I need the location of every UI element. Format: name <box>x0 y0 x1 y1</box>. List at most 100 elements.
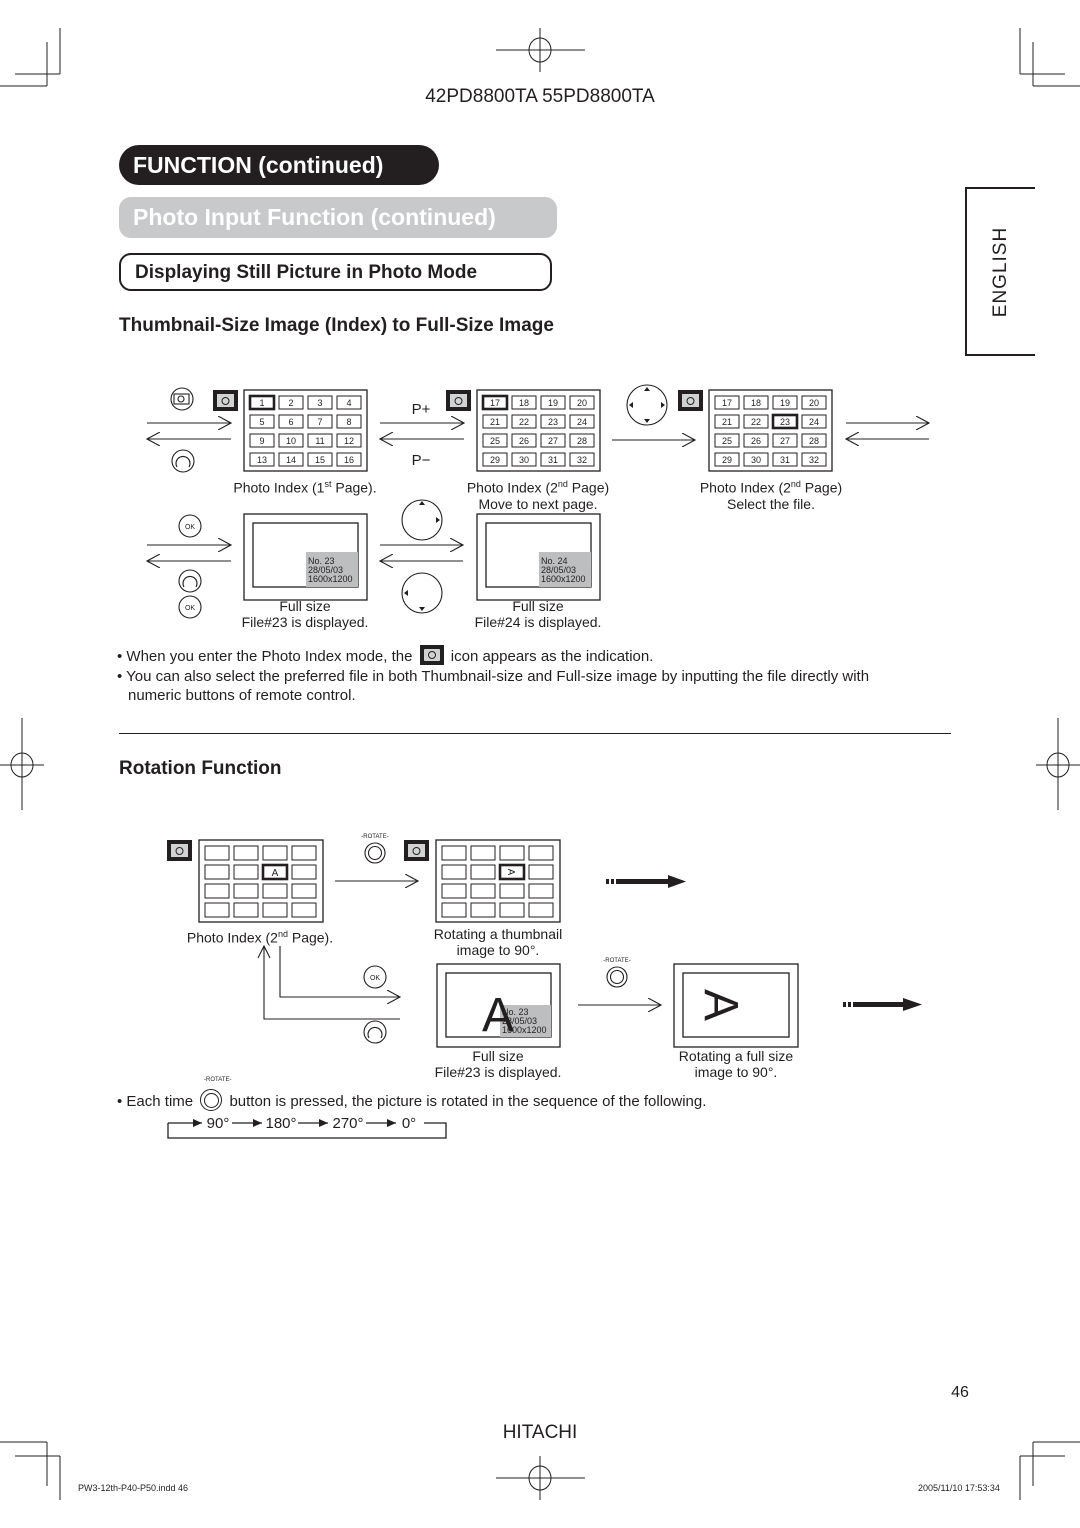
rotation-heading: Rotation Function <box>119 758 282 779</box>
rotate-label: -ROTATE- <box>361 834 388 840</box>
info-line: 1600x1200 <box>541 574 586 584</box>
note-bullet-2-cont: numeric buttons of remote control. <box>128 687 356 704</box>
camera-indicator-icon <box>213 390 238 411</box>
caption-full-1: Full size File#23 is displayed. <box>241 598 369 630</box>
ok-label: OK <box>370 975 380 982</box>
thumbnail-number: 32 <box>809 455 819 465</box>
ok-label: OK <box>185 605 195 612</box>
thumbnail-number: 28 <box>809 436 819 446</box>
function-title: FUNCTION (continued) <box>119 145 439 185</box>
camera-indicator-icon <box>404 840 429 861</box>
thumbnail-cell <box>204 864 230 880</box>
thumbnail-cell <box>233 864 259 880</box>
thumbnail-number: 30 <box>519 455 529 465</box>
thumbnail-number: 19 <box>548 398 558 408</box>
thumbnail-number: 24 <box>809 417 819 427</box>
thumbnail-cell <box>470 902 496 918</box>
thumbnail-cell <box>291 883 317 899</box>
thumbnail-cell <box>470 864 496 880</box>
timestamp: 2005/11/10 17:53:34 <box>918 1483 1000 1493</box>
thumbnail-number: 31 <box>548 455 558 465</box>
rotated-full-letter: A <box>694 989 747 1021</box>
thumbnail-cell <box>528 845 554 861</box>
page-number: 46 <box>951 1384 969 1401</box>
continue-arrow <box>843 998 922 1011</box>
thumbnail-grid: A <box>198 839 324 923</box>
thumbnail-cell <box>499 883 525 899</box>
thumbnail-cell <box>528 864 554 880</box>
thumbnail-cell <box>204 845 230 861</box>
thumbnail-number: 29 <box>722 455 732 465</box>
info-line: 1600x1200 <box>502 1025 547 1035</box>
caption-rot-full-rotated: Rotating a full size image to 90°. <box>678 1048 794 1080</box>
thumbnail-number: 26 <box>519 436 529 446</box>
thumbnail-number: 20 <box>809 398 819 408</box>
caption-rot-thumb: Rotating a thumbnail image to 90°. <box>433 926 563 958</box>
caption-rot-index: Photo Index (2nd Page). <box>186 929 334 946</box>
thumbnail-number: 21 <box>722 417 732 427</box>
thumbnail-cell <box>291 864 317 880</box>
thumbnail-number: 13 <box>257 455 267 465</box>
thumbnail-number: 22 <box>519 417 529 427</box>
camera-indicator-icon <box>446 390 471 411</box>
note-bullet-1: • When you enter the Photo Index mode, t… <box>117 645 957 667</box>
thumbnail-number: 18 <box>519 398 529 408</box>
thumbnail-grid: 1 2 3 45 6 7 89 10 11 1213 14 15 16 <box>243 389 368 472</box>
thumbnail-number: 4 <box>346 398 351 408</box>
rotate-button-icon <box>364 842 386 864</box>
thumbnail-number: 26 <box>751 436 761 446</box>
thumbnail-number: 8 <box>346 417 351 427</box>
thumbnail-number: 3 <box>317 398 322 408</box>
thumbnail-cell <box>204 902 230 918</box>
thumbnail-number: 7 <box>317 417 322 427</box>
caption-rot-full: Full size File#23 is displayed. <box>434 1048 562 1080</box>
thumbnail-number: 14 <box>286 455 296 465</box>
photo-input-title: Photo Input Function (continued) <box>119 197 557 238</box>
thumbnail-number: 23 <box>780 417 790 427</box>
thumbnail-cell <box>233 883 259 899</box>
thumbnail-cell <box>204 883 230 899</box>
thumbnail-cell <box>441 845 467 861</box>
thumbnail-number: 29 <box>490 455 500 465</box>
thumbnail-grid: 17 18 19 20 21 22 23 24 25 26 27 28 29 30 31 32 <box>708 389 833 472</box>
thumbnail-number: 9 <box>259 436 264 446</box>
thumbnail-number: 25 <box>490 436 500 446</box>
thumbnail-number: 18 <box>751 398 761 408</box>
thumbnail-number: 30 <box>751 455 761 465</box>
thumbnail-cell <box>233 902 259 918</box>
thumbnail-number: 10 <box>286 436 296 446</box>
thumbnail-number: 11 <box>315 436 324 446</box>
caption-index-2: Photo Index (2nd Page) Move to next page… <box>466 479 610 512</box>
camera-indicator-icon <box>678 390 703 411</box>
rotate-label: -ROTATE- <box>603 958 630 964</box>
thumbnail-letter: A <box>272 868 279 879</box>
thumbnail-number: 12 <box>344 436 354 446</box>
thumbnail-number: 27 <box>780 436 790 446</box>
ok-label: OK <box>185 524 195 531</box>
note-bullet-2: • You can also select the preferred file… <box>117 667 870 685</box>
brand: HITACHI <box>502 1422 578 1443</box>
thumbnail-number: 32 <box>577 455 587 465</box>
thumbnail-number: 16 <box>344 455 354 465</box>
language-tab: ENGLISH <box>965 187 1035 356</box>
thumbnail-letter: A <box>505 869 516 876</box>
thumbnail-cell <box>441 883 467 899</box>
thumbnail-number: 31 <box>780 455 790 465</box>
thumbnail-number: 5 <box>259 417 264 427</box>
language-label: ENGLISH <box>990 226 1011 317</box>
thumbnail-cell <box>441 902 467 918</box>
rotate-button-icon <box>200 1089 223 1111</box>
rotation-note: • Each time button is pressed, the pictu… <box>117 1089 706 1112</box>
thumbnail-number: 2 <box>288 398 293 408</box>
thumbnail-number: 6 <box>288 417 293 427</box>
info-line: 1600x1200 <box>308 574 353 584</box>
return-button-icon <box>178 569 202 593</box>
thumbnail-cell <box>262 902 288 918</box>
notes: • When you enter the Photo Index mode, t… <box>117 645 957 706</box>
still-picture-title: Displaying Still Picture in Photo Mode <box>119 253 552 291</box>
rotate-label: -ROTATE- <box>204 1077 232 1083</box>
thumbnail-grid: A <box>435 839 561 923</box>
thumbnail-number: 28 <box>577 436 587 446</box>
thumbnail-number: 19 <box>780 398 790 408</box>
continue-arrow <box>606 875 686 888</box>
